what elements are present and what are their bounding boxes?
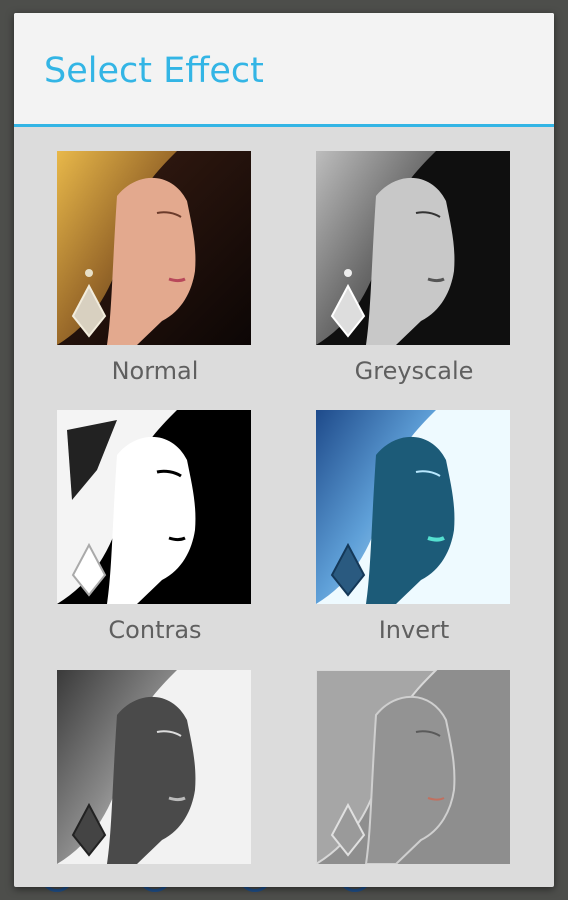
effect-option-invert[interactable]: Invert [316, 410, 512, 660]
effect-option-contrast[interactable]: Contras [57, 410, 253, 660]
effect-label-greyscale: Greyscale [354, 357, 474, 385]
effect-thumbnail-inverted-grey [57, 670, 251, 864]
effect-option-inverted-grey[interactable] [57, 670, 253, 887]
effect-thumbnail-normal [57, 151, 251, 345]
dialog-header: Select Effect [14, 13, 554, 127]
screen: Select Effect Normal Greyscale Contras I… [0, 0, 568, 900]
dialog-title: Select Effect [44, 51, 264, 91]
effect-option-emboss[interactable] [316, 670, 512, 887]
effect-label-normal: Normal [111, 357, 199, 385]
effect-label-contrast: Contras [108, 616, 202, 644]
effect-thumbnail-greyscale [316, 151, 510, 345]
effect-option-greyscale[interactable]: Greyscale [316, 151, 512, 401]
effect-option-normal[interactable]: Normal [57, 151, 253, 401]
select-effect-dialog: Select Effect Normal Greyscale Contras I… [14, 13, 554, 887]
effect-thumbnail-contrast [57, 410, 251, 604]
effect-thumbnail-emboss [316, 670, 510, 864]
effect-thumbnail-invert [316, 410, 510, 604]
effect-label-invert: Invert [378, 616, 450, 644]
